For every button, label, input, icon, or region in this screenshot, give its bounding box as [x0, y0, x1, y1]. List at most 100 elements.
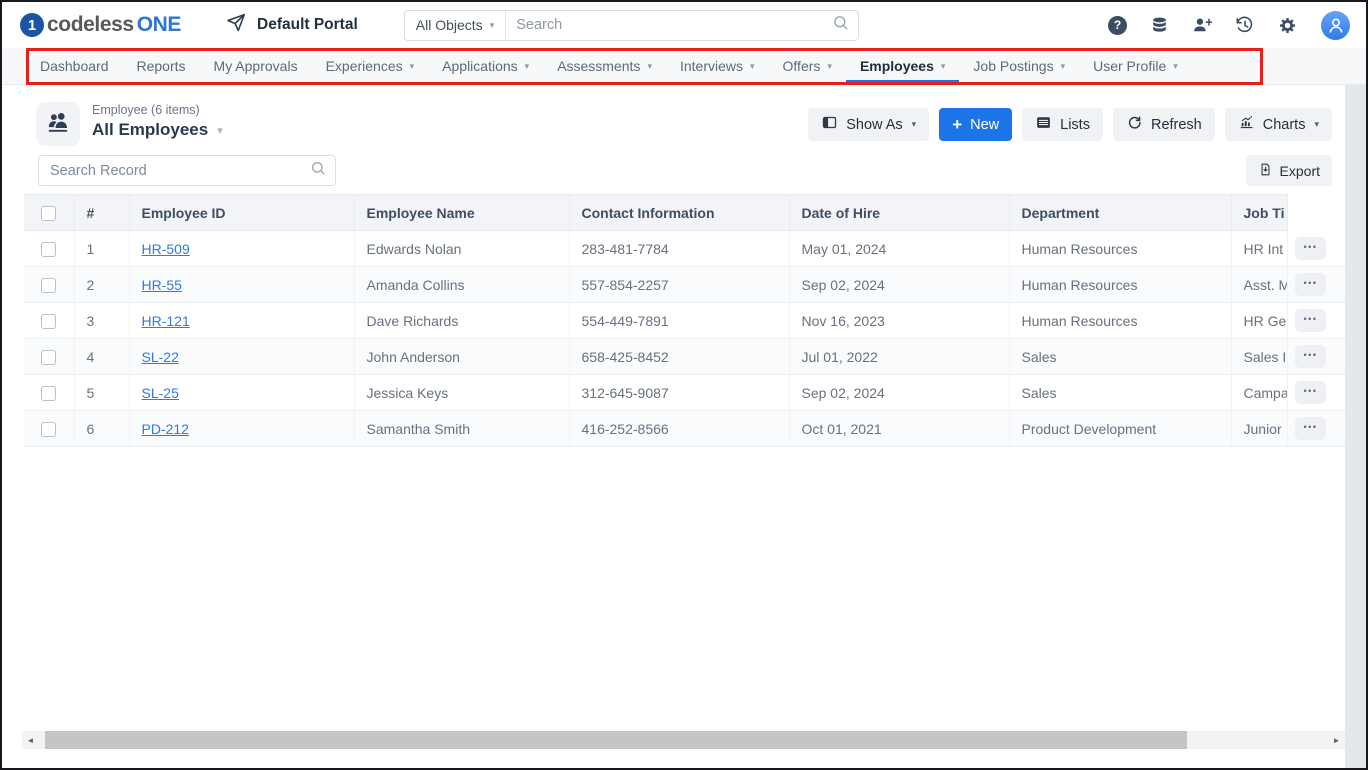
- row-checkbox[interactable]: [41, 350, 56, 365]
- job-title-cell: Junior: [1231, 411, 1287, 447]
- nav-tab-employees[interactable]: Employees▾: [860, 48, 945, 84]
- employee-name-cell: Edwards Nolan: [354, 231, 569, 267]
- nav-tabs: Dashboard Reports My Approvals Experiences ▾…: [2, 48, 1366, 84]
- nav-tab-label: Interviews: [680, 58, 743, 74]
- scroll-left-arrow[interactable]: ◄: [22, 731, 39, 749]
- contact-cell: 312-645-9087: [569, 375, 789, 411]
- refresh-button[interactable]: Refresh: [1113, 108, 1215, 141]
- employee-id-cell: SL-22: [129, 339, 354, 375]
- nav-tab-applications[interactable]: Applications▾: [442, 48, 529, 84]
- select-all-checkbox[interactable]: [41, 206, 56, 221]
- job-title-cell: Campa: [1231, 375, 1287, 411]
- avatar[interactable]: [1321, 11, 1350, 40]
- employee-id-link[interactable]: HR-55: [142, 277, 182, 293]
- row-number-cell: 3: [74, 303, 129, 339]
- job-title-cell: Sales I: [1231, 339, 1287, 375]
- column-header: #: [74, 195, 129, 231]
- search-icon[interactable]: [310, 160, 326, 181]
- horizontal-scrollbar[interactable]: ◄ ►: [22, 731, 1345, 749]
- row-checkbox[interactable]: [41, 422, 56, 437]
- nav-tab-experiences[interactable]: Experiences ▾: [326, 48, 415, 84]
- contact-cell: 554-449-7891: [569, 303, 789, 339]
- row-actions-button[interactable]: •••: [1295, 273, 1326, 296]
- row-checkbox[interactable]: [41, 314, 56, 329]
- nav-tab-dashboard[interactable]: Dashboard: [40, 48, 109, 84]
- search-icon[interactable]: [832, 14, 849, 36]
- nav-tab-job-postings[interactable]: Job Postings▾: [973, 48, 1065, 84]
- history-icon[interactable]: [1235, 15, 1255, 35]
- help-icon[interactable]: ?: [1108, 16, 1127, 35]
- nav-tab-label: User Profile: [1093, 58, 1166, 74]
- vertical-scrollbar-track[interactable]: [1345, 85, 1366, 768]
- job-title-cell: HR Ge: [1231, 303, 1287, 339]
- add-user-icon[interactable]: [1192, 15, 1212, 35]
- chevron-down-icon: ▾: [941, 62, 946, 71]
- nav-tab-interviews[interactable]: Interviews▾: [680, 48, 755, 84]
- chart-icon: [1238, 114, 1255, 135]
- show-as-button[interactable]: Show As ▾: [808, 108, 929, 141]
- contact-cell: 557-854-2257: [569, 267, 789, 303]
- row-actions-button[interactable]: •••: [1295, 417, 1326, 440]
- nav-tab-my-approvals[interactable]: My Approvals: [214, 48, 298, 84]
- nav-tab-assessments[interactable]: Assessments▾: [557, 48, 652, 84]
- nav-tab-offers[interactable]: Offers▾: [783, 48, 832, 84]
- scroll-right-arrow[interactable]: ►: [1328, 731, 1345, 749]
- employee-id-link[interactable]: HR-509: [142, 241, 190, 257]
- row-checkbox[interactable]: [41, 386, 56, 401]
- search-scope-dropdown[interactable]: All Objects ▾: [405, 11, 506, 40]
- nav-tab-label: Experiences: [326, 58, 403, 74]
- job-title-cell: Asst. M: [1231, 267, 1287, 303]
- employee-id-cell: HR-55: [129, 267, 354, 303]
- gear-icon[interactable]: [1278, 16, 1297, 35]
- employee-id-link[interactable]: SL-22: [142, 349, 179, 365]
- new-label: New: [970, 117, 999, 133]
- row-checkbox[interactable]: [41, 242, 56, 257]
- record-search-input[interactable]: [39, 163, 310, 179]
- row-actions-button[interactable]: •••: [1295, 237, 1326, 260]
- app-logo[interactable]: 1 codeless ONE: [20, 13, 181, 37]
- row-actions-cell: •••: [1287, 267, 1345, 303]
- nav-tab-reports[interactable]: Reports: [137, 48, 186, 84]
- global-search-input[interactable]: [506, 17, 832, 33]
- nav-bar: Dashboard Reports My Approvals Experiences ▾…: [2, 48, 1366, 85]
- chevron-down-icon: ▾: [410, 62, 415, 71]
- row-actions-button[interactable]: •••: [1295, 345, 1326, 368]
- nav-tab-user-profile[interactable]: User Profile▾: [1093, 48, 1178, 84]
- employee-id-cell: SL-25: [129, 375, 354, 411]
- export-button[interactable]: Export: [1246, 155, 1332, 186]
- employee-id-cell: HR-121: [129, 303, 354, 339]
- charts-button[interactable]: Charts ▾: [1225, 108, 1332, 141]
- chevron-down-icon: ▾: [525, 62, 530, 71]
- view-name: All Employees: [92, 120, 208, 140]
- entity-summary: Employee (6 items): [92, 103, 223, 117]
- portal-selector[interactable]: Default Portal: [225, 12, 358, 38]
- employees-group-icon: [45, 109, 71, 140]
- export-file-icon: [1258, 162, 1273, 180]
- row-checkbox[interactable]: [41, 278, 56, 293]
- row-number-cell: 1: [74, 231, 129, 267]
- employee-id-link[interactable]: SL-25: [142, 385, 179, 401]
- row-actions-button[interactable]: •••: [1295, 381, 1326, 404]
- department-cell: Human Resources: [1009, 267, 1231, 303]
- department-cell: Sales: [1009, 339, 1231, 375]
- column-header: Date of Hire: [789, 195, 1009, 231]
- horizontal-scrollbar-track[interactable]: [39, 731, 1328, 749]
- row-actions-button[interactable]: •••: [1295, 309, 1326, 332]
- logo-mark-icon: 1: [20, 13, 44, 37]
- table-row: 2HR-55Amanda Collins557-854-2257Sep 02, …: [24, 267, 1345, 303]
- employee-id-link[interactable]: PD-212: [142, 421, 189, 437]
- lists-button[interactable]: Lists: [1022, 108, 1103, 141]
- column-header: Employee Name: [354, 195, 569, 231]
- table-header-row: #Employee IDEmployee NameContact Informa…: [24, 195, 1345, 231]
- new-button[interactable]: + New: [939, 108, 1012, 141]
- employee-id-link[interactable]: HR-121: [142, 313, 190, 329]
- horizontal-scrollbar-thumb[interactable]: [45, 731, 1187, 749]
- database-icon[interactable]: [1150, 16, 1169, 35]
- contact-cell: 283-481-7784: [569, 231, 789, 267]
- row-actions-cell: •••: [1287, 375, 1345, 411]
- view-selector[interactable]: All Employees ▾: [92, 120, 223, 140]
- column-header: Department: [1009, 195, 1231, 231]
- layout-panel-icon: [821, 114, 838, 135]
- row-select-cell: [24, 303, 74, 339]
- employee-id-cell: HR-509: [129, 231, 354, 267]
